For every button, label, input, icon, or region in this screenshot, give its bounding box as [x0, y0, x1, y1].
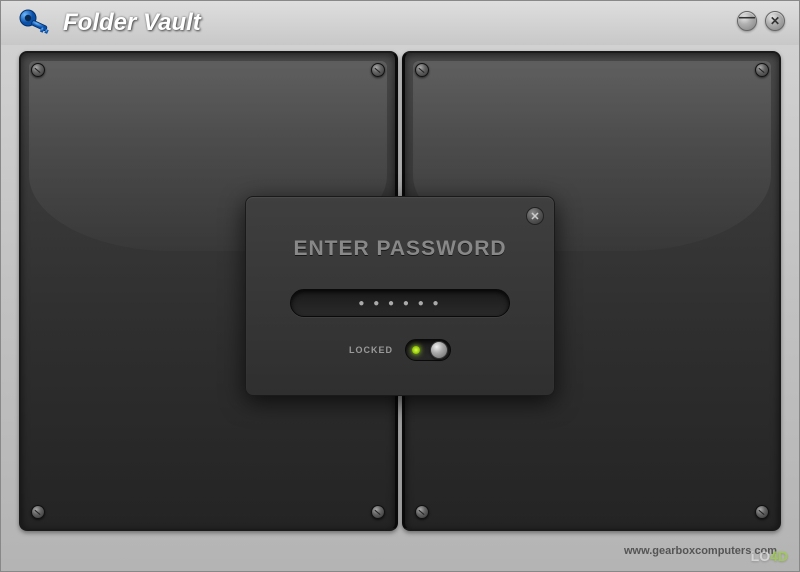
footer-url: www.gearboxcomputers.com	[624, 545, 777, 557]
app-title: Folder Vault	[63, 9, 201, 37]
lock-status-row: LOCKED	[268, 339, 532, 361]
close-button[interactable]: ✕	[765, 11, 785, 31]
screw-icon	[415, 63, 429, 77]
password-mask: ● ● ● ● ● ●	[358, 298, 441, 309]
title-bar: Folder Vault	[1, 1, 799, 45]
key-icon	[17, 5, 53, 41]
status-led-icon	[412, 346, 420, 354]
lock-toggle[interactable]	[405, 339, 451, 361]
lock-label: LOCKED	[349, 345, 393, 355]
screw-icon	[755, 63, 769, 77]
screw-icon	[415, 505, 429, 519]
screw-icon	[371, 63, 385, 77]
app-window: Folder Vault — ✕ ✕ ENTER PASSWORD ● ● ● …	[0, 0, 800, 572]
screw-icon	[371, 505, 385, 519]
dialog-close-button[interactable]: ✕	[526, 207, 544, 225]
password-dialog: ✕ ENTER PASSWORD ● ● ● ● ● ● LOCKED	[245, 196, 555, 396]
screw-icon	[31, 63, 45, 77]
password-input[interactable]: ● ● ● ● ● ●	[290, 289, 510, 317]
toggle-knob	[430, 341, 448, 359]
screw-icon	[755, 505, 769, 519]
dialog-title: ENTER PASSWORD	[268, 237, 532, 261]
minimize-button[interactable]: —	[737, 11, 757, 31]
screw-icon	[31, 505, 45, 519]
window-controls: — ✕	[737, 11, 785, 31]
close-icon: ✕	[530, 210, 539, 223]
